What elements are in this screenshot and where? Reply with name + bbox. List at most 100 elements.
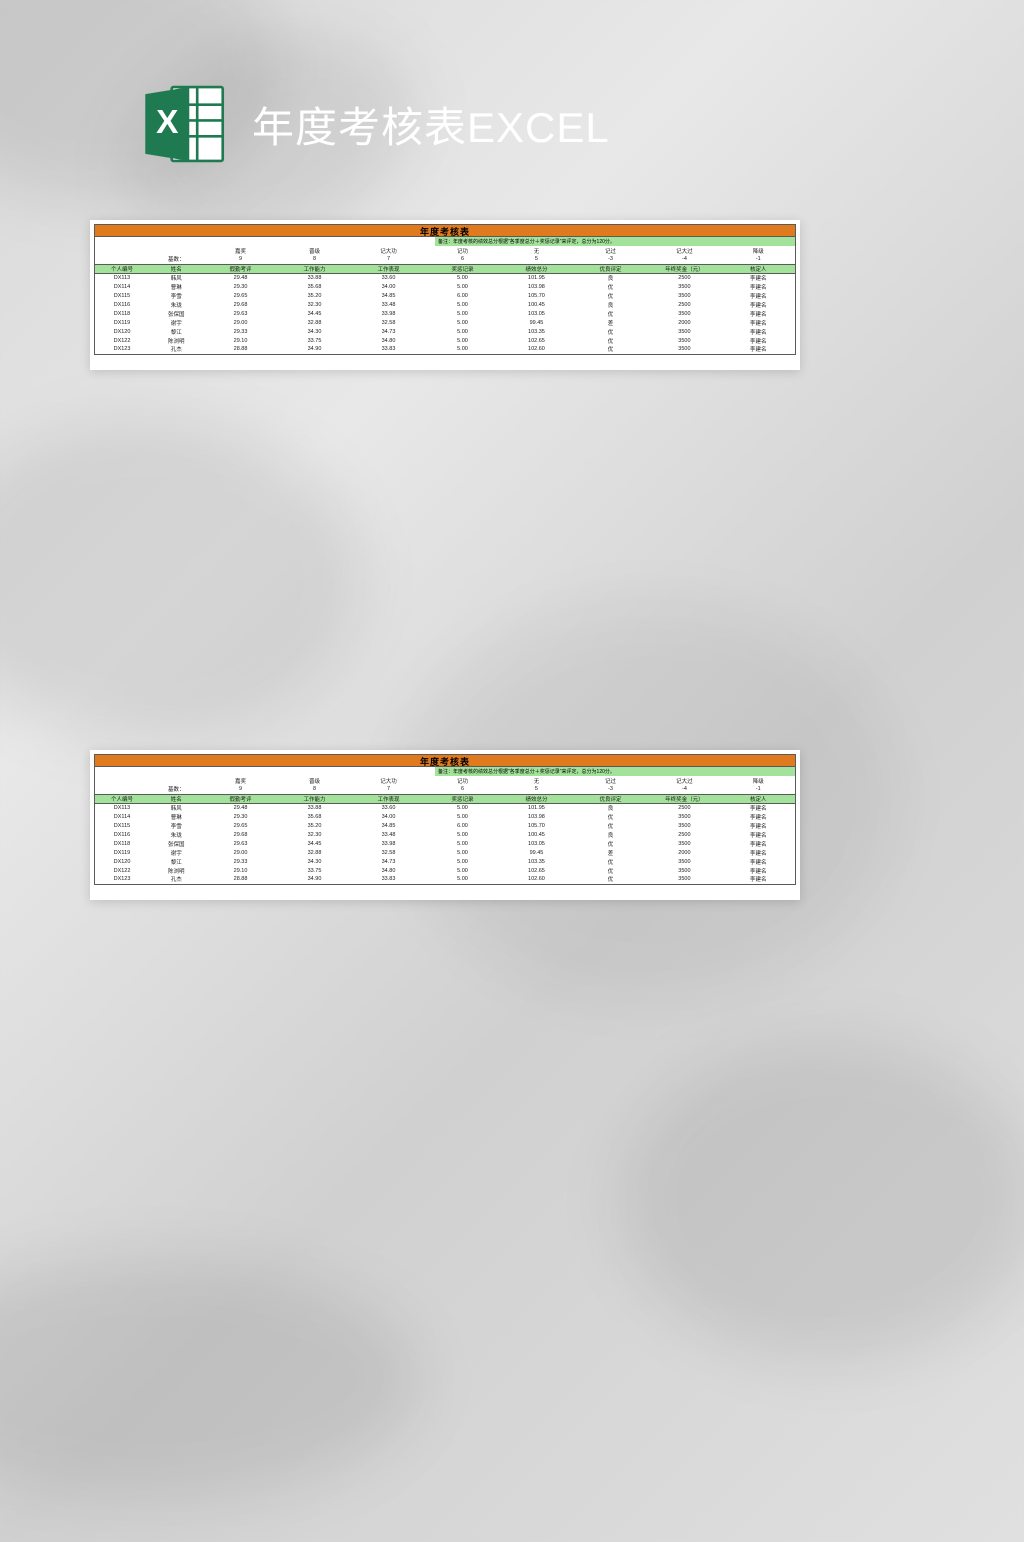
cell-ability: 34.30	[278, 857, 352, 866]
note-row: 备注：年度考核的绩效总分根据"各季度总分＋奖惩记录"来评定，总分为120分。	[94, 767, 796, 776]
cell-rating: 优	[573, 857, 647, 866]
column-header: 工作表现	[352, 264, 426, 273]
column-header: 假勤考评	[204, 794, 278, 803]
cell-ability: 35.20	[278, 291, 352, 300]
cell-total: 99.45	[499, 848, 573, 857]
cell-id: DX116	[95, 830, 150, 839]
column-header-row: 个人编号姓名假勤考评工作能力工作表现奖惩记录绩效总分优良评定年终奖金（元）核定人	[95, 264, 796, 273]
base-value: 9	[204, 255, 278, 264]
cell-perf: 34.85	[352, 821, 426, 830]
cell-attend: 29.63	[204, 309, 278, 318]
table-row: DX114曹琳29.3035.6834.005.00103.98优3500李建名	[95, 282, 796, 291]
cell-rating: 优	[573, 821, 647, 830]
base-value: 6	[425, 785, 499, 794]
category-label-row: 嘉奖晋级记大功记功无记过记大过降级	[95, 246, 796, 255]
column-header: 工作表现	[352, 794, 426, 803]
cell-reward: 5.00	[425, 318, 499, 327]
cell-rating: 良	[573, 830, 647, 839]
cell-approver: 李建名	[721, 336, 795, 345]
category-label: 记大过	[647, 246, 721, 255]
cell-name: 李雪	[149, 821, 204, 830]
cell-id: DX114	[95, 282, 150, 291]
cell-bonus: 3500	[647, 857, 721, 866]
category-label: 嘉奖	[204, 246, 278, 255]
cell-reward: 5.00	[425, 282, 499, 291]
cell-ability: 32.88	[278, 848, 352, 857]
cell-attend: 28.88	[204, 875, 278, 884]
cell-perf: 33.48	[352, 300, 426, 309]
cell-name: 黎江	[149, 857, 204, 866]
excel-icon: X	[140, 80, 228, 168]
category-label: 晋级	[278, 246, 352, 255]
column-header: 绩效总分	[499, 794, 573, 803]
cell-name: 张保国	[149, 839, 204, 848]
cell-perf: 32.58	[352, 318, 426, 327]
cell-attend: 29.10	[204, 866, 278, 875]
cell-bonus: 3500	[647, 866, 721, 875]
cell-id: DX119	[95, 318, 150, 327]
cell-bonus: 2000	[647, 318, 721, 327]
column-header: 姓名	[149, 794, 204, 803]
base-value: 7	[352, 255, 426, 264]
cell-attend: 29.30	[204, 282, 278, 291]
cell-name: 韩风	[149, 273, 204, 282]
cell-approver: 李建名	[721, 318, 795, 327]
column-header: 年终奖金（元）	[647, 794, 721, 803]
cell-ability: 35.68	[278, 282, 352, 291]
cell-bonus: 3500	[647, 821, 721, 830]
cell-attend: 28.88	[204, 345, 278, 354]
preview-card-2: 年度考核表备注：年度考核的绩效总分根据"各季度总分＋奖惩记录"来评定，总分为12…	[90, 750, 800, 900]
column-header: 优良评定	[573, 264, 647, 273]
table-row: DX118张保国29.6334.4533.985.00103.05优3500李建…	[95, 839, 796, 848]
cell-reward: 5.00	[425, 848, 499, 857]
cell-id: DX116	[95, 300, 150, 309]
sheet-title: 年度考核表	[420, 755, 470, 768]
cell-ability: 32.30	[278, 830, 352, 839]
cell-reward: 5.00	[425, 273, 499, 282]
category-label: 降级	[721, 776, 795, 785]
spreadsheet: 年度考核表备注：年度考核的绩效总分根据"各季度总分＋奖惩记录"来评定，总分为12…	[94, 224, 796, 355]
cell-ability: 32.88	[278, 318, 352, 327]
preview-card-1: 年度考核表备注：年度考核的绩效总分根据"各季度总分＋奖惩记录"来评定，总分为12…	[90, 220, 800, 370]
cell-bonus: 3500	[647, 812, 721, 821]
cell-total: 99.45	[499, 318, 573, 327]
cell-reward: 6.00	[425, 821, 499, 830]
category-label: 记过	[573, 246, 647, 255]
cell-total: 102.60	[499, 345, 573, 354]
cell-bonus: 2500	[647, 300, 721, 309]
cell-reward: 5.00	[425, 300, 499, 309]
cell-perf: 34.80	[352, 336, 426, 345]
cell-perf: 33.60	[352, 803, 426, 812]
base-value: -1	[721, 255, 795, 264]
cell-id: DX113	[95, 273, 150, 282]
column-header: 奖惩记录	[425, 264, 499, 273]
table-row: DX122陈浏明29.1033.7534.805.00102.65优3500李建…	[95, 866, 796, 875]
cell-perf: 33.98	[352, 309, 426, 318]
cell-rating: 差	[573, 848, 647, 857]
cell-bonus: 3500	[647, 345, 721, 354]
category-label: 降级	[721, 246, 795, 255]
cell-perf: 32.58	[352, 848, 426, 857]
category-label: 无	[499, 776, 573, 785]
sheet-title-bar: 年度考核表	[94, 224, 796, 237]
base-value: 5	[499, 255, 573, 264]
cell-approver: 李建名	[721, 848, 795, 857]
cell-ability: 34.45	[278, 839, 352, 848]
cell-name: 谢宇	[149, 318, 204, 327]
category-label: 嘉奖	[204, 776, 278, 785]
note-row: 备注：年度考核的绩效总分根据"各季度总分＋奖惩记录"来评定，总分为120分。	[94, 237, 796, 246]
cell-approver: 李建名	[721, 273, 795, 282]
cell-reward: 5.00	[425, 336, 499, 345]
cell-perf: 34.80	[352, 866, 426, 875]
cell-rating: 优	[573, 866, 647, 875]
cell-total: 105.70	[499, 821, 573, 830]
cell-bonus: 2500	[647, 803, 721, 812]
cell-rating: 良	[573, 803, 647, 812]
cell-ability: 33.88	[278, 803, 352, 812]
cell-rating: 优	[573, 336, 647, 345]
cell-id: DX114	[95, 812, 150, 821]
cell-perf: 33.60	[352, 273, 426, 282]
cell-attend: 29.10	[204, 336, 278, 345]
cell-reward: 5.00	[425, 839, 499, 848]
cell-total: 101.95	[499, 803, 573, 812]
